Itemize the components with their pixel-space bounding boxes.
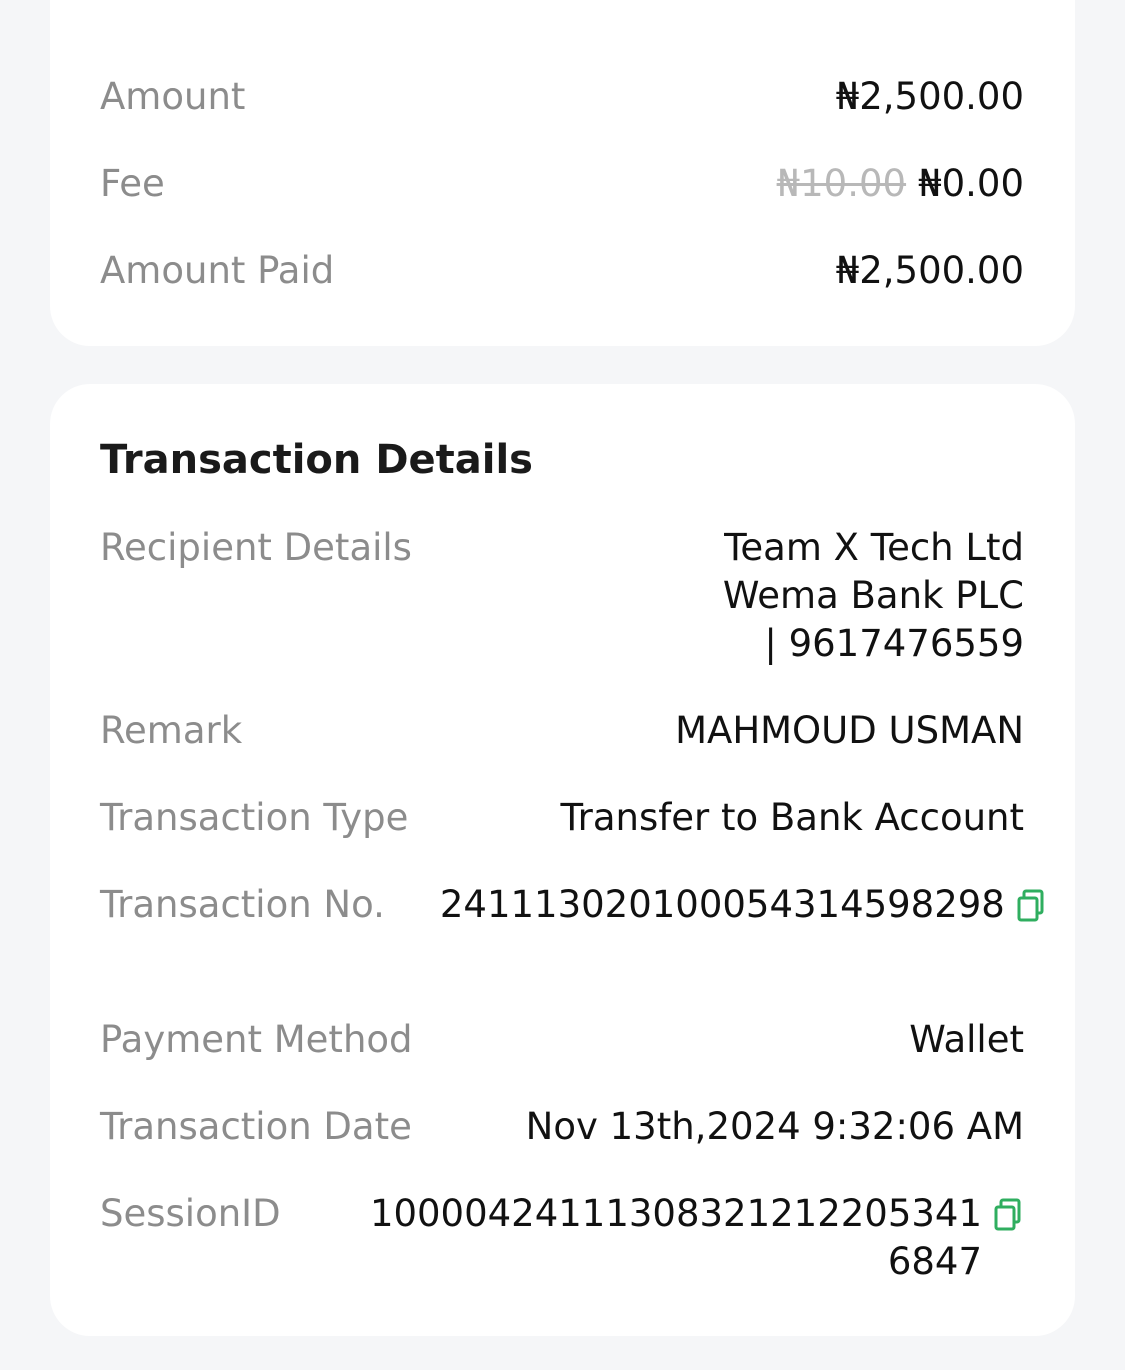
transaction-details-card: Transaction Details Recipient Details Te… bbox=[50, 384, 1075, 1336]
session-id-row: SessionID 100004241113083212122053416847 bbox=[100, 1190, 1024, 1286]
transaction-number-row: Transaction No. 241113020100054314598298 bbox=[100, 881, 1044, 929]
transaction-date-label: Transaction Date bbox=[100, 1105, 412, 1148]
transaction-type-row: Transaction Type Transfer to Bank Accoun… bbox=[100, 794, 1024, 842]
amount-row: Amount ₦2,500.00 bbox=[100, 73, 1024, 121]
amount-label: Amount bbox=[100, 75, 246, 118]
copy-icon[interactable] bbox=[994, 1198, 1024, 1232]
fee-label: Fee bbox=[100, 162, 165, 205]
recipient-details-value: Team X Tech Ltd Wema Bank PLC | 96174765… bbox=[723, 524, 1024, 668]
recipient-name: Team X Tech Ltd bbox=[724, 526, 1024, 569]
recipient-bank: Wema Bank PLC bbox=[722, 574, 1024, 617]
section-title: Transaction Details bbox=[100, 437, 533, 483]
transaction-type-value: Transfer to Bank Account bbox=[560, 796, 1024, 839]
fee-values: ₦10.00 ₦0.00 bbox=[777, 160, 1024, 208]
recipient-details-label: Recipient Details bbox=[100, 526, 412, 569]
remark-label: Remark bbox=[100, 709, 243, 752]
remark-row: Remark MAHMOUD USMAN bbox=[100, 707, 1024, 755]
recipient-account: | 9617476559 bbox=[764, 622, 1024, 665]
copy-icon[interactable] bbox=[1017, 889, 1047, 923]
transaction-number-value: 241113020100054314598298 bbox=[439, 883, 1005, 926]
transaction-number-label: Transaction No. bbox=[100, 883, 385, 926]
amount-paid-row: Amount Paid ₦2,500.00 bbox=[100, 247, 1024, 295]
fee-value: ₦0.00 bbox=[918, 162, 1024, 205]
amount-summary-card: Amount ₦2,500.00 Fee ₦10.00 ₦0.00 Amount … bbox=[50, 0, 1075, 346]
session-id-label: SessionID bbox=[100, 1192, 281, 1235]
amount-paid-value: ₦2,500.00 bbox=[835, 249, 1024, 292]
transaction-date-row: Transaction Date Nov 13th,2024 9:32:06 A… bbox=[100, 1103, 1024, 1151]
remark-value: MAHMOUD USMAN bbox=[675, 709, 1024, 752]
payment-method-label: Payment Method bbox=[100, 1018, 413, 1061]
transaction-type-label: Transaction Type bbox=[100, 796, 409, 839]
fee-row: Fee ₦10.00 ₦0.00 bbox=[100, 160, 1024, 208]
payment-method-value: Wallet bbox=[909, 1018, 1024, 1061]
transaction-number-value-wrap: 241113020100054314598298 bbox=[385, 881, 1047, 929]
recipient-details-row: Recipient Details Team X Tech Ltd Wema B… bbox=[100, 524, 1024, 668]
payment-method-row: Payment Method Wallet bbox=[100, 1016, 1024, 1064]
session-id-value-wrap: 100004241113083212122053416847 bbox=[362, 1190, 1024, 1286]
fee-original-value: ₦10.00 bbox=[776, 162, 907, 205]
session-id-value: 100004241113083212122053416847 bbox=[369, 1192, 982, 1283]
amount-paid-label: Amount Paid bbox=[100, 249, 335, 292]
transaction-date-value: Nov 13th,2024 9:32:06 AM bbox=[525, 1105, 1024, 1148]
amount-value: ₦2,500.00 bbox=[835, 75, 1024, 118]
